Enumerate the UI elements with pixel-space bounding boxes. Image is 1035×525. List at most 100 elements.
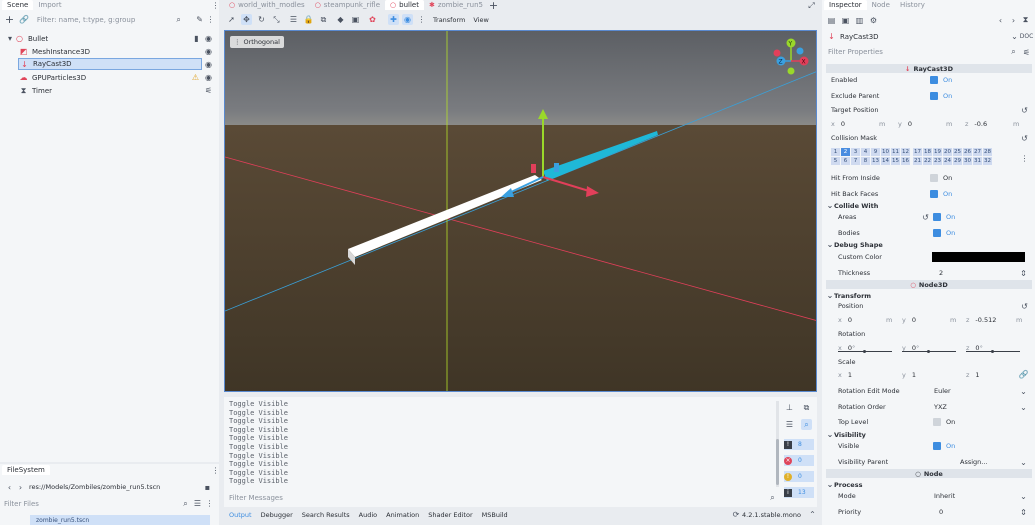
spinner-icon[interactable]: ⇕ (1018, 268, 1029, 279)
warning-icon[interactable]: ⚠ (190, 72, 201, 83)
mask-bit[interactable]: 31 (973, 157, 982, 165)
options-icon[interactable]: ⚟ (1021, 47, 1032, 58)
eye-icon[interactable]: ◉ (203, 33, 214, 44)
mask-bit[interactable]: 7 (851, 157, 860, 165)
add-node-icon[interactable]: + (4, 13, 15, 26)
output-scrollbar[interactable] (776, 401, 779, 487)
group-collide-with[interactable]: ⌄ Collide With (826, 201, 879, 210)
chevron-down-icon[interactable]: ⌄ (1018, 386, 1029, 397)
slider-grabber[interactable] (991, 350, 994, 353)
mask-bit[interactable]: 13 (871, 157, 880, 165)
hit-from-inside-checkbox[interactable] (930, 174, 938, 182)
chevron-down-icon[interactable]: ⌄ (1018, 402, 1029, 413)
tab-filesystem[interactable]: FileSystem (2, 465, 50, 475)
mask-bit[interactable]: 15 (891, 157, 900, 165)
exclude-parent-checkbox[interactable] (930, 92, 938, 100)
add-tab-icon[interactable]: + (488, 0, 499, 12)
more-icon[interactable]: ⋮ (210, 0, 221, 11)
hit-back-faces-checkbox[interactable] (930, 190, 938, 198)
tree-item-gpuparticles[interactable]: ☁ GPUParticles3D ⚠ ◉ (18, 72, 216, 83)
viewport-3d[interactable]: Y X Z ⋮ Orthogonal (224, 30, 817, 392)
filesystem-path[interactable]: res://Models/Zombiles/zombie_run5.tscn (29, 483, 160, 491)
mask-bit[interactable]: 16 (901, 157, 910, 165)
menu-icon[interactable]: ⋮ (1019, 153, 1030, 164)
particles-icon[interactable]: ✿ (367, 14, 378, 25)
copy-icon[interactable]: ⧉ (801, 402, 812, 413)
tab-node[interactable]: Node (867, 0, 895, 10)
search-icon[interactable]: ⌕ (801, 419, 812, 430)
tab-debugger[interactable]: Debugger (261, 511, 293, 519)
snap-icon[interactable]: ◉ (402, 14, 413, 25)
filter-error-button[interactable]: × 0 (784, 455, 814, 466)
collision-mask-grid[interactable]: 1 2 3 4 9 10 11 12 17 18 19 20 25 26 27 28 5 6 7 8 13 14 15 1… (831, 148, 992, 165)
group-icon[interactable]: ⧉ (318, 14, 329, 25)
mask-bit[interactable]: 24 (943, 157, 952, 165)
target-z-field[interactable]: z -0.6 m (965, 120, 1027, 128)
docs-icon[interactable]: DOC (1020, 31, 1034, 42)
rotation-z-slider[interactable] (966, 350, 1020, 353)
mask-bit[interactable]: 12 (901, 148, 910, 156)
tab-audio[interactable]: Audio (359, 511, 377, 519)
mask-bit[interactable]: 14 (881, 157, 890, 165)
mask-bit[interactable]: 4 (861, 148, 870, 156)
chevron-down-icon[interactable]: ⌄ (1018, 491, 1029, 502)
mask-bit[interactable]: 2 (841, 148, 850, 156)
mask-bit[interactable]: 20 (943, 148, 952, 156)
rotation-y-slider[interactable] (902, 350, 956, 353)
tab-shader-editor[interactable]: Shader Editor (428, 511, 472, 519)
mask-bit[interactable]: 18 (923, 148, 932, 156)
sort-icon[interactable]: ☰ (192, 498, 203, 509)
mask-bit[interactable]: 22 (923, 157, 932, 165)
priority-value[interactable]: 0 (939, 508, 943, 516)
scrollbar-thumb[interactable] (776, 439, 779, 485)
menu-icon[interactable]: ⋮ (205, 14, 216, 25)
top-level-checkbox[interactable] (933, 418, 941, 426)
tab-inspector[interactable]: Inspector (824, 0, 867, 10)
mask-bit[interactable]: 10 (881, 148, 890, 156)
group-transform[interactable]: ⌄ Transform (826, 291, 871, 300)
revert-icon[interactable]: ↺ (1019, 301, 1030, 312)
visibility-parent-assign[interactable]: Assign... (960, 458, 987, 466)
menu-icon[interactable]: ⋮ (204, 498, 215, 509)
tab-output[interactable]: Output (229, 511, 252, 519)
thickness-value[interactable]: 2 (939, 269, 943, 277)
enabled-checkbox[interactable] (930, 76, 938, 84)
eye-icon[interactable]: ◉ (203, 72, 214, 83)
visible-checkbox[interactable] (933, 442, 941, 450)
target-x-field[interactable]: x0m (831, 120, 893, 128)
custom-color-swatch[interactable] (932, 252, 1025, 262)
bodies-checkbox[interactable] (933, 229, 941, 237)
tab-animation[interactable]: Animation (386, 511, 419, 519)
slider-grabber[interactable] (927, 350, 930, 353)
script-icon[interactable]: ▮ (191, 33, 202, 44)
forward-icon[interactable]: › (1008, 15, 1019, 26)
back-icon[interactable]: ‹ (995, 15, 1006, 26)
mask-bit[interactable]: 5 (831, 157, 840, 165)
revert-icon[interactable]: ↺ (1019, 133, 1030, 144)
tab-msbuild[interactable]: MSBuild (482, 511, 508, 519)
view-menu[interactable]: View (473, 16, 488, 24)
search-icon[interactable]: ⌕ (1008, 47, 1019, 58)
search-icon[interactable]: ⌕ (767, 492, 778, 503)
more-icon[interactable]: ⋮ (210, 465, 221, 476)
filesystem-filter[interactable]: Filter Files ⌕ ☰ ⋮ (4, 498, 216, 509)
mask-bit[interactable]: 25 (953, 148, 962, 156)
tab-search-results[interactable]: Search Results (302, 511, 350, 519)
mask-bit[interactable]: 28 (983, 148, 992, 156)
mask-bit[interactable]: 1 (831, 148, 840, 156)
tab-import[interactable]: Import (33, 0, 66, 10)
lock-icon[interactable]: 🔒 (303, 14, 314, 25)
filter-messages-input[interactable]: Filter Messages ⌕ (229, 492, 777, 503)
tree-item-bullet[interactable]: ▾ ○ Bullet ▮ ◉ (6, 33, 216, 44)
scale-y-field[interactable]: y1 (902, 371, 957, 379)
select-icon[interactable]: ➚ (226, 14, 237, 25)
rotation-x-slider[interactable] (838, 350, 892, 353)
forward-icon[interactable]: › (15, 482, 26, 493)
scale-x-field[interactable]: x1 (838, 371, 893, 379)
tab-zombie-run5[interactable]: ✱ zombie_run5 (424, 0, 488, 10)
group-visibility[interactable]: ⌄ Visibility (826, 430, 866, 439)
position-z-field[interactable]: z -0.512 m (966, 316, 1026, 324)
filter-properties-input[interactable]: Filter Properties ⌕ ⚟ (826, 46, 1032, 58)
filter-warning-button[interactable]: ! 0 (784, 471, 814, 482)
distraction-free-icon[interactable]: ⤢ (806, 0, 817, 11)
